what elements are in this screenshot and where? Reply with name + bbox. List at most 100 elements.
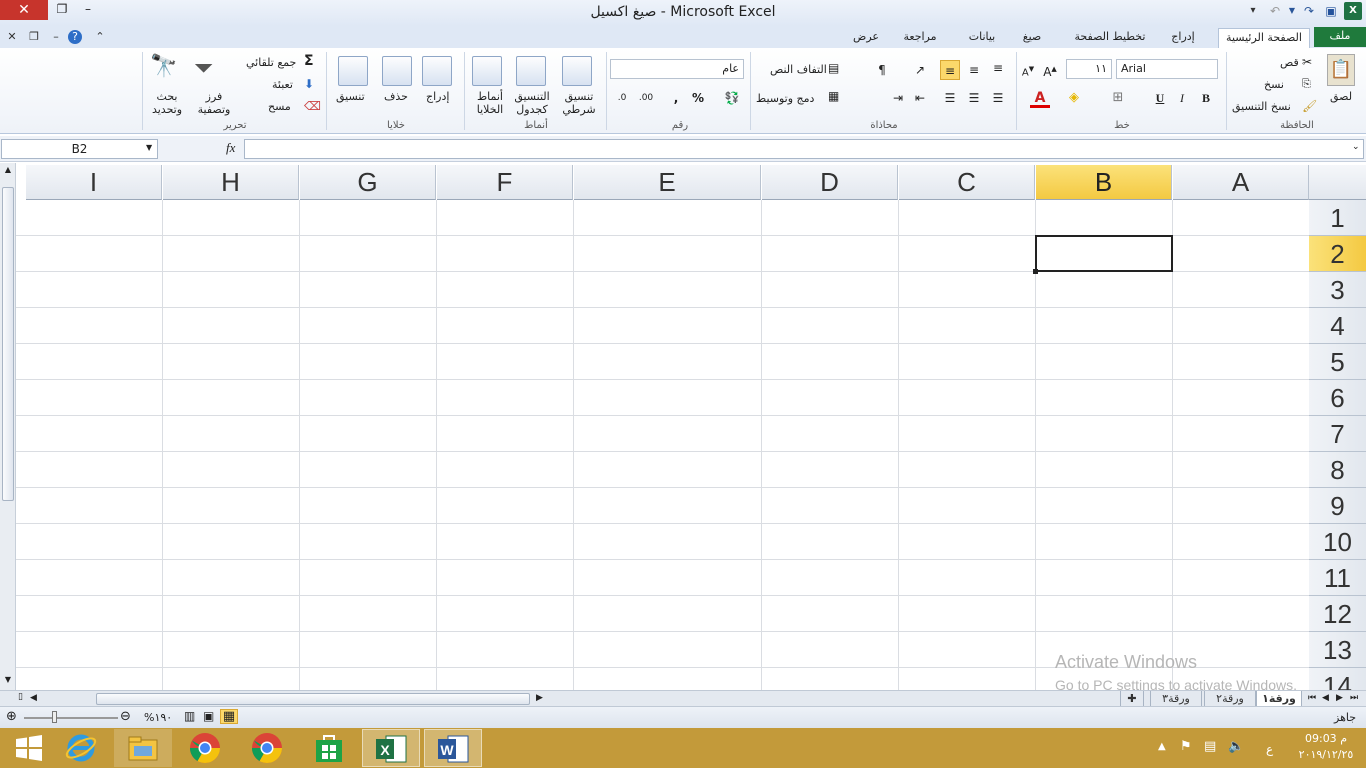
clock-date[interactable]: ٢٠١٩/١٢/٢٥	[1296, 748, 1356, 761]
column-header-g[interactable]: G	[300, 165, 436, 200]
font-size-select[interactable]: ١١	[1066, 59, 1112, 79]
row-header-12[interactable]: 12	[1309, 596, 1366, 632]
format-cells-button[interactable]: تنسيق	[336, 90, 365, 103]
cell-styles-button[interactable]: أنماط الخلايا	[470, 90, 510, 116]
split-box-icon[interactable]: ▯	[18, 693, 23, 702]
dropdown-arrow-icon[interactable]: ▼	[1288, 2, 1296, 20]
row-header-11[interactable]: 11	[1309, 560, 1366, 596]
namebox-dropdown-icon[interactable]: ▼	[146, 144, 152, 152]
save-icon[interactable]: ▣	[1322, 2, 1340, 20]
find-select-button[interactable]: بحث وتحديد	[146, 90, 188, 116]
row-header-3[interactable]: 3	[1309, 272, 1366, 308]
align-bottom-icon[interactable]: ≡	[940, 60, 960, 80]
column-header-c[interactable]: C	[899, 165, 1035, 200]
page-layout-view-icon[interactable]: ▣	[203, 710, 214, 722]
align-top-icon[interactable]: ≡	[988, 58, 1008, 78]
undo-icon[interactable]: ↶	[1266, 2, 1284, 20]
column-header-a[interactable]: A	[1173, 165, 1309, 200]
row-header-4[interactable]: 4	[1309, 308, 1366, 344]
column-header-i[interactable]: I	[26, 165, 162, 200]
prev-sheet-nav-icon[interactable]: ◀	[1322, 694, 1329, 703]
network-icon[interactable]: ▤	[1204, 740, 1216, 753]
merge-center-button[interactable]: دمج وتوسيط	[756, 92, 814, 105]
tab-data[interactable]: بيانات	[962, 28, 1002, 48]
conditional-format-button[interactable]: تنسيق شرطي	[558, 90, 600, 116]
comma-button[interactable]: ,	[666, 88, 686, 108]
clock-time[interactable]: 09:03 م	[1296, 732, 1356, 745]
chrome-icon[interactable]	[238, 729, 296, 767]
number-format-select[interactable]: عام	[610, 59, 744, 79]
scroll-up-arrow-icon[interactable]: ▲	[2, 165, 14, 177]
close-workbook-icon[interactable]: ✕	[4, 30, 20, 44]
tab-insert[interactable]: إدراج	[1158, 28, 1208, 48]
scroll-left-arrow-icon[interactable]: ◀	[30, 694, 37, 703]
paragraph-direction-icon[interactable]: ¶	[872, 60, 892, 80]
align-left-icon[interactable]: ☰	[940, 88, 960, 108]
normal-view-icon[interactable]: ▦	[220, 709, 238, 724]
formula-input[interactable]	[244, 139, 1364, 159]
row-header-6[interactable]: 6	[1309, 380, 1366, 416]
active-cell-border[interactable]	[1035, 235, 1173, 272]
store-icon[interactable]	[300, 729, 358, 767]
insert-function-icon[interactable]: fx	[226, 141, 235, 154]
copy-button[interactable]: نسخ	[1264, 78, 1284, 91]
zoom-in-icon[interactable]: ⊕	[6, 710, 17, 723]
vertical-scrollbar[interactable]: ▲ ▼	[0, 163, 16, 690]
tab-view[interactable]: عرض	[848, 28, 884, 48]
fill-color-icon[interactable]: ◈	[1064, 88, 1084, 108]
zoom-slider-thumb[interactable]	[52, 711, 57, 723]
align-right-icon[interactable]: ☰	[988, 88, 1008, 108]
volume-icon[interactable]: 🔈	[1228, 740, 1244, 753]
clear-button[interactable]: مسح	[268, 100, 291, 113]
tab-page-layout[interactable]: تخطيط الصفحة	[1068, 28, 1152, 48]
fill-button[interactable]: تعبئة	[272, 78, 293, 91]
name-box[interactable]: B2	[1, 139, 158, 159]
scroll-right-arrow-icon[interactable]: ▶	[536, 694, 543, 703]
redo-icon[interactable]: ↷	[1300, 2, 1318, 20]
bold-button[interactable]: B	[1196, 88, 1216, 108]
grow-font-icon[interactable]: A▲	[1040, 59, 1060, 79]
row-header-9[interactable]: 9	[1309, 488, 1366, 524]
insert-sheet-icon[interactable]: ✚	[1120, 691, 1144, 707]
currency-icon[interactable]: 💱	[722, 88, 742, 108]
row-header-5[interactable]: 5	[1309, 344, 1366, 380]
word-taskbar-icon[interactable]: W	[424, 729, 482, 767]
borders-icon[interactable]: ⊞	[1108, 88, 1128, 108]
column-header-h[interactable]: H	[163, 165, 299, 200]
zoom-slider[interactable]	[24, 717, 118, 719]
font-name-select[interactable]: Arial	[1116, 59, 1218, 79]
sheet-tab-1[interactable]: ورقة١	[1256, 691, 1302, 707]
paste-button[interactable]: لصق	[1330, 90, 1352, 103]
minimize-workbook-icon[interactable]: –	[48, 30, 64, 44]
tab-file[interactable]: ملف	[1314, 27, 1366, 47]
show-hidden-icons-icon[interactable]: ▲	[1158, 742, 1166, 752]
row-header-14[interactable]: 14	[1309, 668, 1366, 690]
select-all-corner[interactable]	[1309, 165, 1366, 200]
row-header-8[interactable]: 8	[1309, 452, 1366, 488]
underline-button[interactable]: U	[1150, 88, 1170, 108]
start-button[interactable]	[0, 729, 58, 767]
column-header-b[interactable]: B	[1036, 165, 1172, 200]
autosum-button[interactable]: جمع تلقائي	[246, 56, 296, 69]
shrink-font-icon[interactable]: A▼	[1018, 59, 1038, 79]
column-header-e[interactable]: E	[574, 165, 761, 200]
chrome-icon[interactable]	[176, 729, 234, 767]
decrease-indent-icon[interactable]: ⇤	[910, 88, 930, 108]
row-header-10[interactable]: 10	[1309, 524, 1366, 560]
tab-home[interactable]: الصفحة الرئيسية	[1218, 28, 1310, 48]
orientation-icon[interactable]: ↗	[910, 60, 930, 80]
row-header-13[interactable]: 13	[1309, 632, 1366, 668]
internet-explorer-icon[interactable]	[52, 729, 110, 767]
increase-indent-icon[interactable]: ⇥	[888, 88, 908, 108]
expand-formula-icon[interactable]: ⌄	[1352, 143, 1360, 152]
sheet-tab-2[interactable]: ورقة٢	[1204, 691, 1256, 707]
row-header-1[interactable]: 1	[1309, 200, 1366, 236]
decrease-decimal-icon[interactable]: .0	[612, 88, 632, 108]
increase-decimal-icon[interactable]: .00	[636, 88, 656, 108]
last-sheet-nav-icon[interactable]: ⏭	[1350, 694, 1358, 703]
sheet-tab-3[interactable]: ورقة٣	[1150, 691, 1202, 707]
column-header-d[interactable]: D	[762, 165, 898, 200]
format-painter-button[interactable]: نسخ التنسيق	[1232, 100, 1291, 113]
format-as-table-button[interactable]: التنسيق كجدول	[510, 90, 554, 116]
cut-button[interactable]: قص	[1280, 56, 1299, 69]
